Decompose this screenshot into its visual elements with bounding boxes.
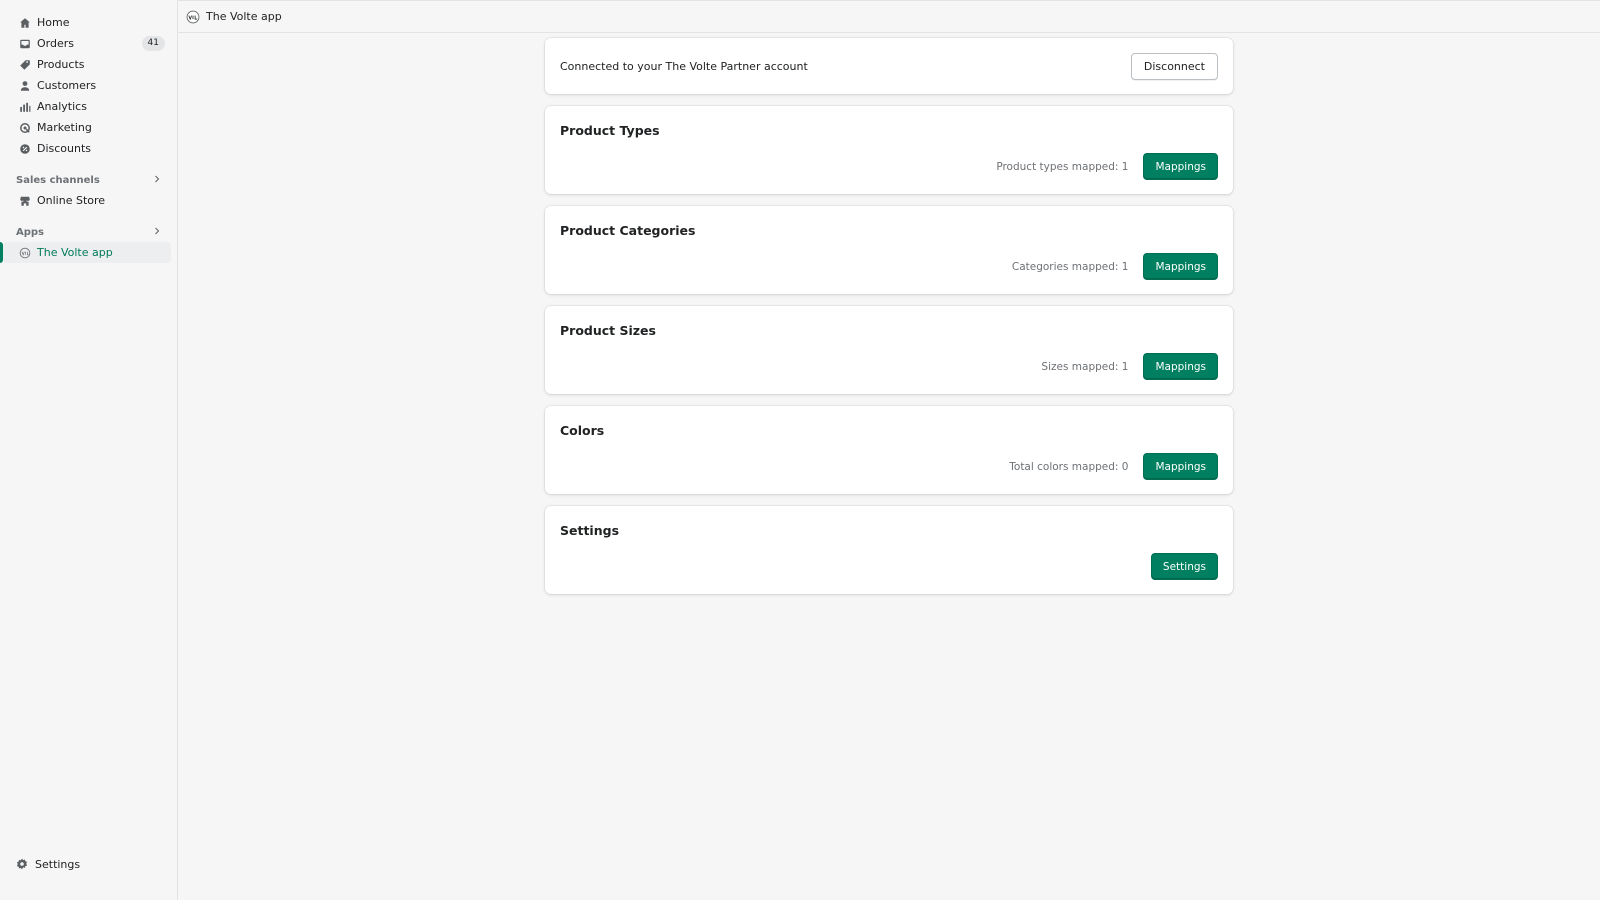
product-sizes-card: Product Sizes Sizes mapped: 1 Mappings xyxy=(545,306,1233,394)
app-header: The Volte app xyxy=(178,0,1600,33)
product-types-card: Product Types Product types mapped: 1 Ma… xyxy=(545,106,1233,194)
sidebar-item-label: Marketing xyxy=(37,121,92,134)
tag-icon xyxy=(18,58,31,71)
colors-card: Colors Total colors mapped: 0 Mappings xyxy=(545,406,1233,494)
orders-icon xyxy=(18,37,31,50)
person-icon xyxy=(18,79,31,92)
main-nav: Home Orders 41 Products Customers Analyt… xyxy=(0,12,178,263)
card-title: Settings xyxy=(560,523,620,538)
sidebar-item-home[interactable]: Home xyxy=(0,12,178,33)
volte-logo-icon xyxy=(18,246,31,259)
sidebar-item-online-store[interactable]: Online Store xyxy=(0,190,178,211)
sidebar-settings-label: Settings xyxy=(35,857,81,871)
sidebar-item-label: Products xyxy=(37,58,85,71)
card-title: Product Sizes xyxy=(560,323,656,338)
connection-status-text: Connected to your The Volte Partner acco… xyxy=(560,59,808,73)
target-icon xyxy=(18,121,31,134)
sidebar-item-label: Analytics xyxy=(37,100,87,113)
sidebar-item-volte-app[interactable]: The Volte app xyxy=(0,242,171,263)
sidebar-settings[interactable]: Settings xyxy=(0,854,178,874)
sidebar-item-label: Customers xyxy=(37,79,97,92)
sidebar: Home Orders 41 Products Customers Analyt… xyxy=(0,0,178,900)
mapping-count: Categories mapped: 1 xyxy=(1011,260,1129,273)
connection-card: Connected to your The Volte Partner acco… xyxy=(545,38,1233,94)
sidebar-item-marketing[interactable]: Marketing xyxy=(0,117,178,138)
sales-channels-heading[interactable]: Sales channels xyxy=(0,170,178,190)
sidebar-item-label: Online Store xyxy=(37,194,106,207)
sidebar-item-orders[interactable]: Orders 41 xyxy=(0,33,178,54)
discount-icon xyxy=(18,142,31,155)
card-title: Colors xyxy=(560,423,605,438)
sidebar-item-customers[interactable]: Customers xyxy=(0,75,178,96)
card-title: Product Categories xyxy=(560,223,696,238)
apps-label: Apps xyxy=(16,226,45,238)
mapping-count: Total colors mapped: 0 xyxy=(1009,460,1129,473)
orders-count-badge: 41 xyxy=(141,36,165,51)
sidebar-item-label: Orders xyxy=(37,37,74,50)
mapping-count: Product types mapped: 1 xyxy=(996,160,1129,173)
chevron-right-icon xyxy=(152,174,162,187)
sidebar-item-analytics[interactable]: Analytics xyxy=(0,96,178,117)
store-icon xyxy=(18,194,31,207)
apps-heading[interactable]: Apps xyxy=(0,222,178,242)
sidebar-item-label: Discounts xyxy=(37,142,92,155)
volte-logo-icon xyxy=(186,10,200,24)
chevron-right-icon xyxy=(152,226,162,239)
settings-button[interactable]: Settings xyxy=(1150,553,1218,580)
mapping-count: Sizes mapped: 1 xyxy=(1041,360,1129,373)
sidebar-item-label: The Volte app xyxy=(37,246,113,259)
app-title: The Volte app xyxy=(206,10,282,23)
product-types-mappings-button[interactable]: Mappings xyxy=(1143,153,1218,180)
card-title: Product Types xyxy=(560,123,660,138)
bar-chart-icon xyxy=(18,100,31,113)
settings-card: Settings Settings xyxy=(545,506,1233,594)
sidebar-item-discounts[interactable]: Discounts xyxy=(0,138,178,159)
sidebar-item-label: Home xyxy=(37,16,70,29)
sales-channels-label: Sales channels xyxy=(16,174,100,186)
home-icon xyxy=(18,16,31,29)
sidebar-item-products[interactable]: Products xyxy=(0,54,178,75)
main-content: Connected to your The Volte Partner acco… xyxy=(545,38,1233,606)
product-categories-card: Product Categories Categories mapped: 1 … xyxy=(545,206,1233,294)
product-sizes-mappings-button[interactable]: Mappings xyxy=(1143,353,1218,380)
disconnect-button[interactable]: Disconnect xyxy=(1130,52,1218,80)
product-categories-mappings-button[interactable]: Mappings xyxy=(1143,253,1218,280)
gear-icon xyxy=(16,858,29,871)
colors-mappings-button[interactable]: Mappings xyxy=(1143,453,1218,480)
